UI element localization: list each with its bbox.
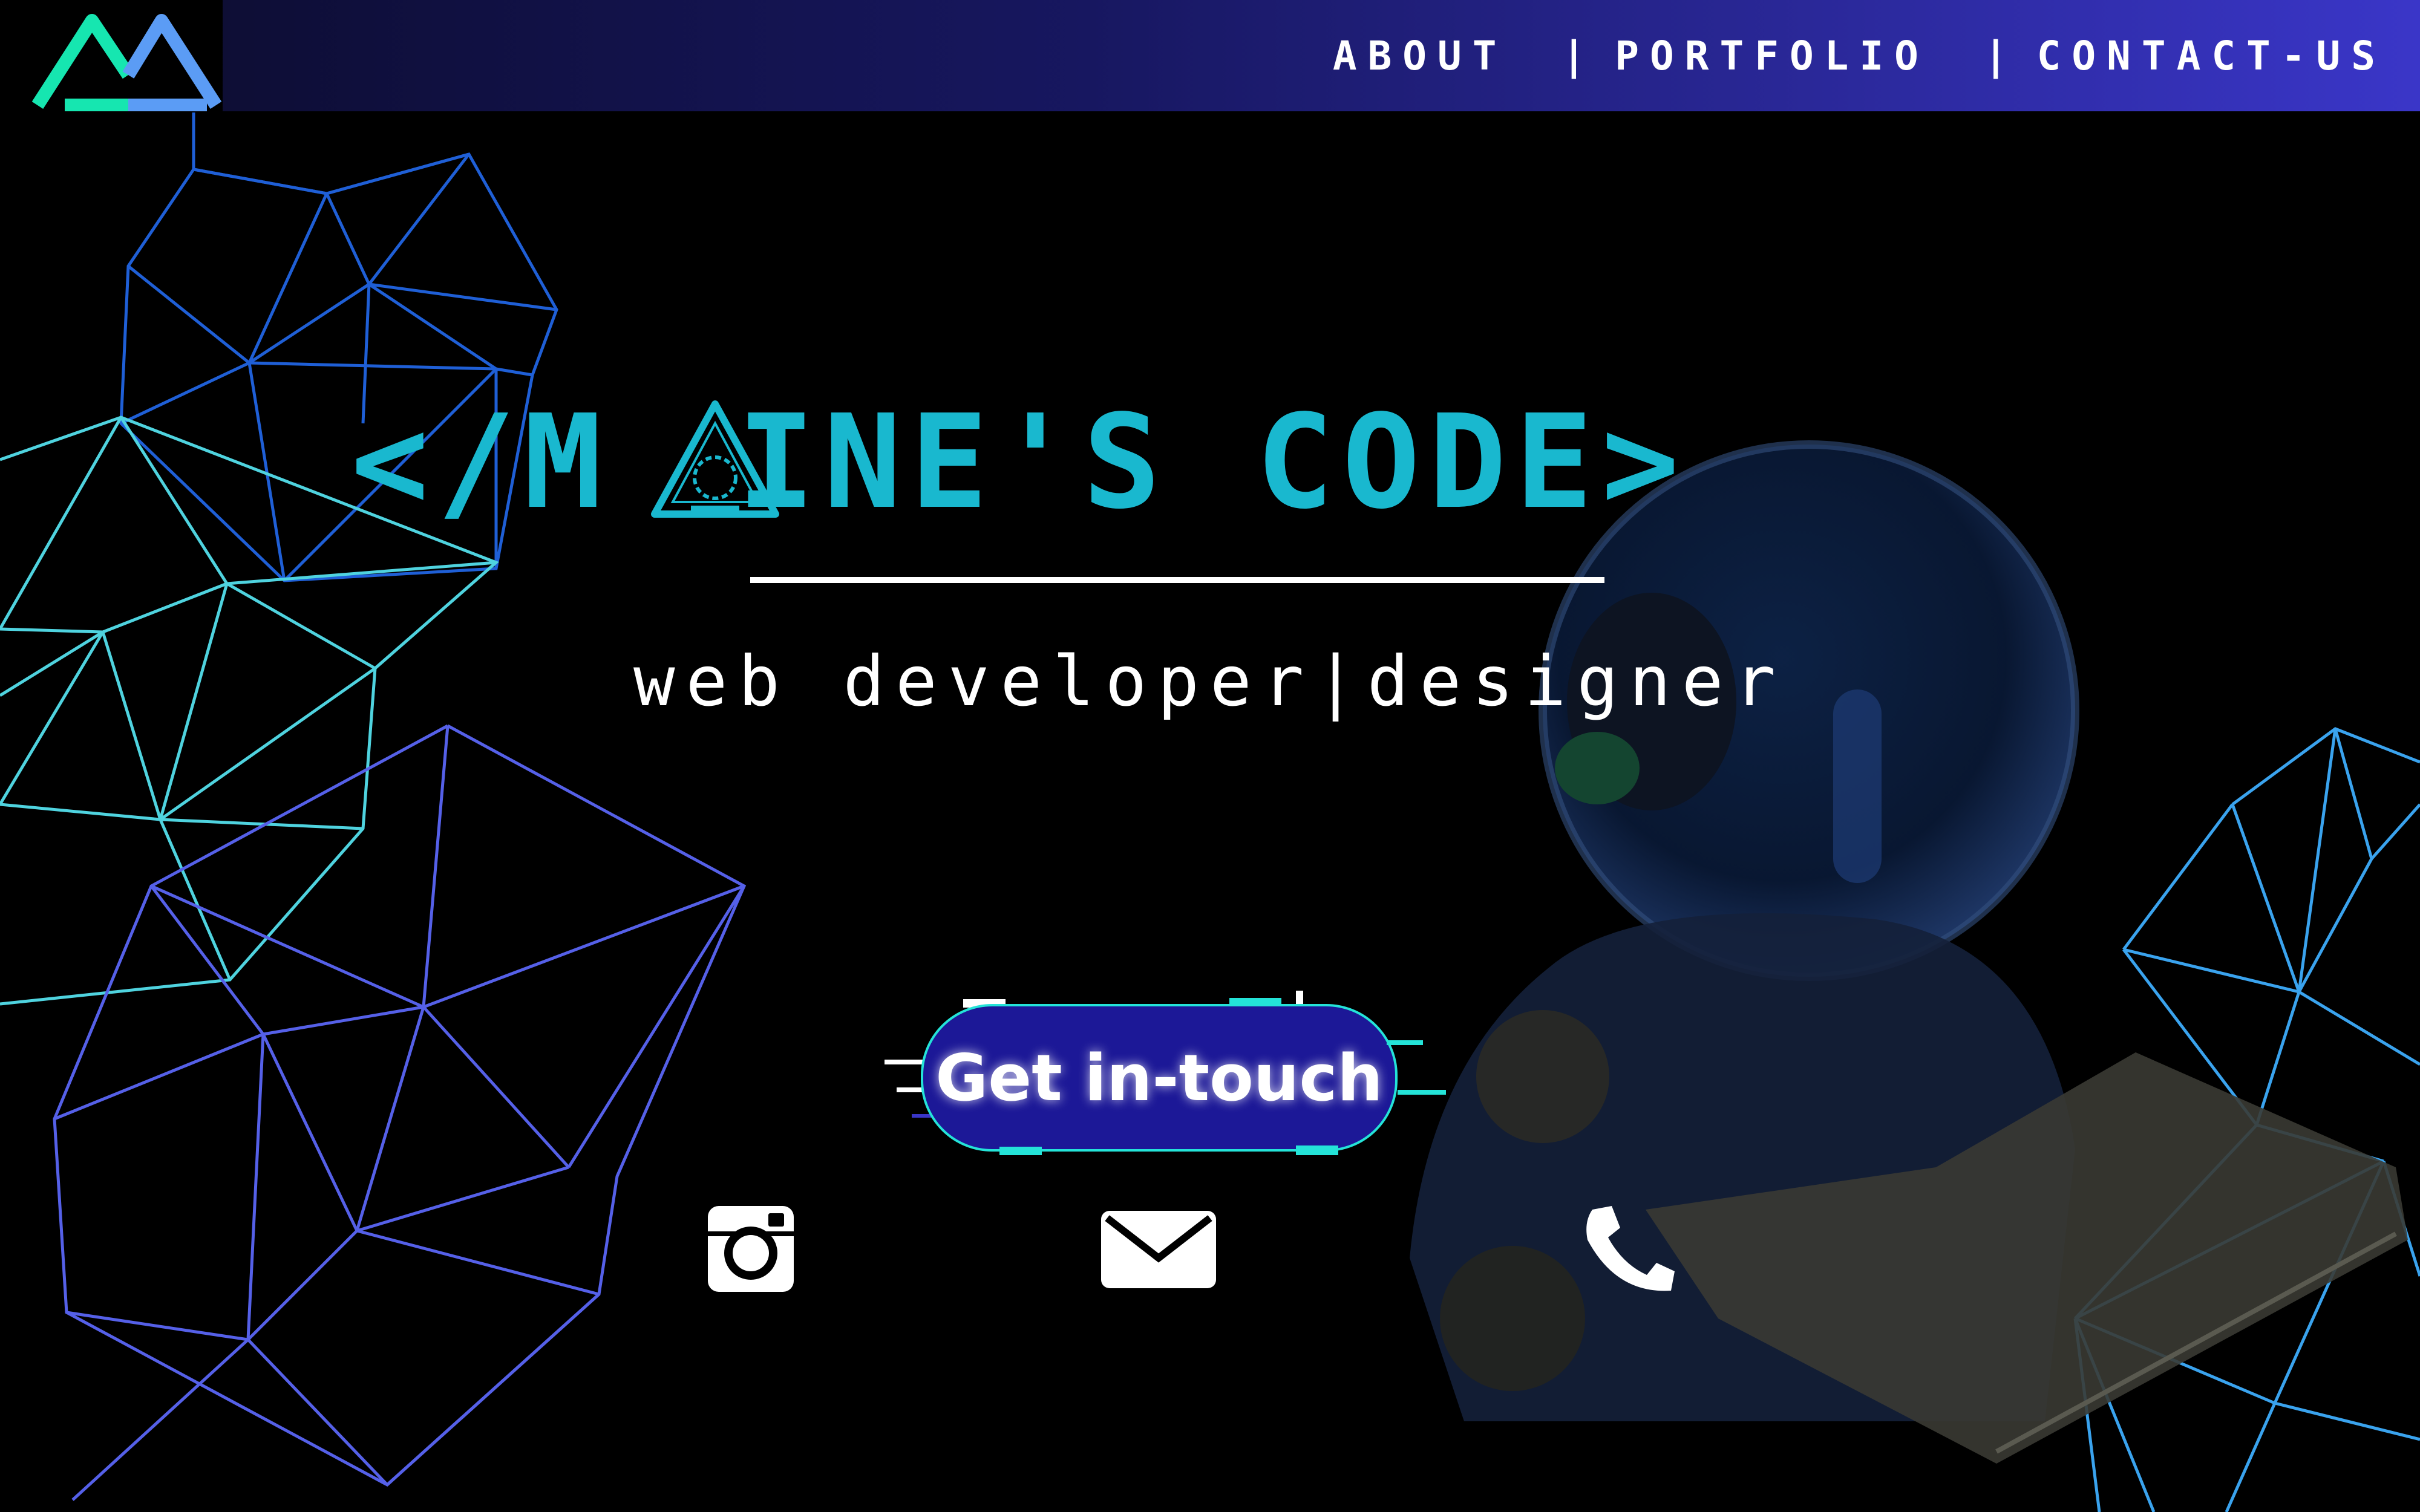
cta-label: Get in-touch xyxy=(935,1040,1383,1115)
glitch-bar xyxy=(999,1147,1042,1155)
cta-pill[interactable]: Get in-touch xyxy=(921,1004,1398,1152)
nav-separator: | xyxy=(1562,32,1597,79)
triangle-emblem-icon xyxy=(651,400,779,518)
hero-title: </M INE'S CODE> xyxy=(351,387,2045,538)
navigation-bar: About | Portfolio | Contact-us xyxy=(0,0,2420,111)
phone-icon[interactable] xyxy=(1580,1204,1677,1294)
instagram-icon[interactable] xyxy=(705,1204,796,1294)
title-divider xyxy=(750,577,1604,583)
nav-link-portfolio[interactable]: Portfolio xyxy=(1615,33,1929,79)
nav-link-contact-us[interactable]: Contact-us xyxy=(2037,33,2386,79)
page-title: </M INE'S CODE> xyxy=(351,387,2045,538)
nav-link-about[interactable]: About xyxy=(1333,33,1508,79)
glitch-bar xyxy=(1398,1090,1446,1095)
hero-subtitle: web developer|designer xyxy=(633,641,1787,722)
glitch-bar xyxy=(1296,1145,1338,1155)
title-right: INE'S CODE> xyxy=(737,387,1688,538)
glitch-bar xyxy=(1387,1040,1423,1045)
site-logo[interactable] xyxy=(0,0,223,111)
title-left: </M xyxy=(351,387,610,538)
nav-separator: | xyxy=(1983,32,2019,79)
cta-area: Get in-touch xyxy=(878,986,1447,1167)
nav-menu: About | Portfolio | Contact-us xyxy=(1333,0,2386,111)
mountain-logo-icon xyxy=(31,14,222,111)
mail-icon[interactable] xyxy=(1101,1211,1216,1288)
